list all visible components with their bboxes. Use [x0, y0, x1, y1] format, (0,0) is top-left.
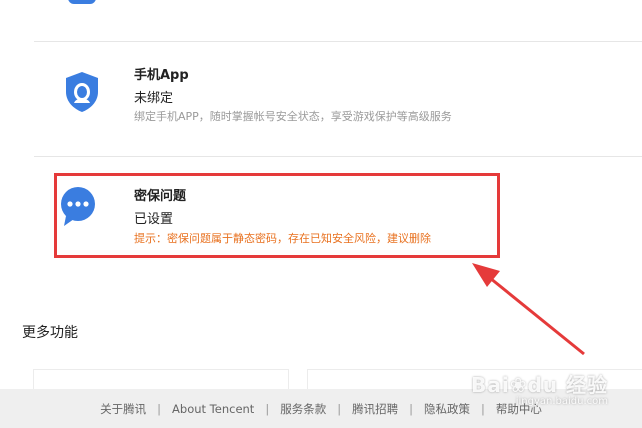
watermark-brand: Bai — [471, 373, 510, 397]
watermark-paw-text: du — [527, 373, 559, 397]
footer-link-terms[interactable]: 服务条款 — [280, 401, 326, 417]
footer-link-privacy[interactable]: 隐私政策 — [424, 401, 470, 417]
footer-separator: | — [409, 401, 413, 416]
annotation-arrow — [472, 263, 585, 356]
paw-icon: ❀ — [509, 373, 528, 397]
footer-link-careers[interactable]: 腾讯招聘 — [352, 401, 398, 417]
baidu-watermark: Bai❀du 经验 jingyan.baidu.com — [471, 369, 608, 407]
watermark-url: jingyan.baidu.com — [515, 396, 608, 407]
footer-link-about[interactable]: 关于腾讯 — [100, 401, 146, 417]
footer-separator: | — [265, 401, 270, 416]
footer-link-about-en[interactable]: About Tencent — [172, 402, 254, 416]
footer-separator: | — [337, 401, 342, 416]
watermark-suffix: 经验 — [566, 373, 608, 397]
more-features-title: 更多功能 — [22, 325, 78, 341]
footer-separator: | — [157, 401, 162, 416]
